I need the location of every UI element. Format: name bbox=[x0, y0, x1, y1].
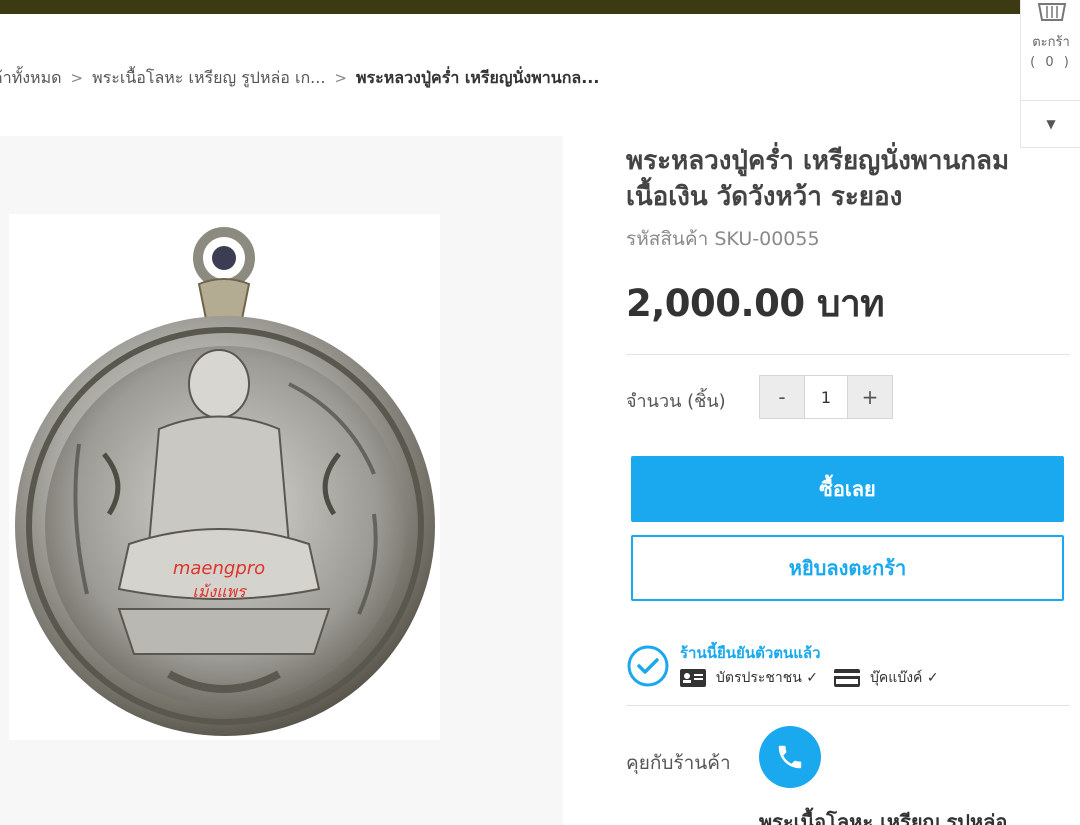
phone-icon bbox=[778, 745, 802, 769]
breadcrumb-item-all-products[interactable]: ค้าทั้งหมด bbox=[0, 66, 62, 91]
verification-items: บัตรประชาชน ✓ บุ๊คแบ๊งค์ ✓ bbox=[680, 667, 939, 689]
divider bbox=[626, 354, 1070, 355]
cart-divider bbox=[1021, 100, 1080, 101]
verified-check-icon bbox=[627, 645, 669, 687]
buy-now-button[interactable]: ซื้อเลย bbox=[631, 456, 1064, 522]
cart-label[interactable]: ตะกร้า bbox=[1021, 31, 1080, 52]
bank-book-verified: บุ๊คแบ๊งค์ ✓ bbox=[870, 670, 939, 686]
breadcrumb-item-current: พระหลวงปู่คร่ำ เหรียญนั่งพานกล... bbox=[355, 67, 600, 87]
product-price: 2,000.00 บาท bbox=[626, 282, 885, 325]
quantity-label: จำนวน (ชิ้น) bbox=[626, 391, 726, 412]
product-title-line2: เนื้อเงิน วัดวังหว้า ระยอง bbox=[626, 182, 903, 212]
quantity-increase-button[interactable]: + bbox=[848, 376, 892, 418]
watermark-text: maengpro bbox=[173, 558, 265, 579]
divider bbox=[626, 705, 1070, 706]
product-image[interactable]: maengpro เม้งแพร bbox=[9, 214, 440, 740]
cart-widget[interactable]: ตะกร้า ( 0 ) ▼ bbox=[1020, 0, 1080, 148]
chevron-right-icon: > bbox=[70, 69, 84, 87]
product-title-line1: พระหลวงปู่คร่ำ เหรียญนั่งพานกลม bbox=[626, 146, 1010, 176]
quantity-stepper: - 1 + bbox=[759, 375, 893, 419]
phone-call-button[interactable] bbox=[759, 726, 821, 788]
top-bar bbox=[0, 0, 1080, 14]
product-image-panel: maengpro เม้งแพร bbox=[0, 136, 563, 825]
add-to-cart-button[interactable]: หยิบลงตะกร้า bbox=[631, 535, 1064, 601]
id-card-verified: บัตรประชาชน ✓ bbox=[716, 670, 819, 686]
quantity-decrease-button[interactable]: - bbox=[760, 376, 804, 418]
watermark-text-thai: เม้งแพร bbox=[192, 582, 248, 601]
id-card-icon bbox=[680, 669, 706, 687]
basket-icon[interactable] bbox=[1037, 0, 1067, 22]
chat-with-shop-label: คุยกับร้านค้า bbox=[626, 752, 731, 774]
breadcrumb-item-category[interactable]: พระเนื้อโลหะ เหรียญ รูปหล่อ เก... bbox=[92, 66, 325, 91]
amulet-medal-image: maengpro เม้งแพร bbox=[15, 227, 435, 736]
chevron-right-icon: > bbox=[334, 69, 347, 87]
product-sku: รหัสสินค้า SKU-00055 bbox=[626, 228, 820, 250]
chevron-down-icon[interactable]: ▼ bbox=[1021, 117, 1080, 131]
shop-verified-text: ร้านนี้ยืนยันตัวตนแล้ว bbox=[680, 644, 821, 662]
related-section-title: พระเนื้อโลหะ เหรียญ รูปหล่อ bbox=[759, 810, 1008, 825]
quantity-input[interactable]: 1 bbox=[804, 376, 848, 418]
product-title: พระหลวงปู่คร่ำ เหรียญนั่งพานกลม เนื้อเงิ… bbox=[626, 143, 1076, 215]
cart-count: ( 0 ) bbox=[1030, 55, 1072, 70]
breadcrumb: ค้าทั้งหมด > พระเนื้อโลหะ เหรียญ รูปหล่อ… bbox=[0, 66, 599, 90]
bank-book-icon bbox=[834, 669, 861, 687]
